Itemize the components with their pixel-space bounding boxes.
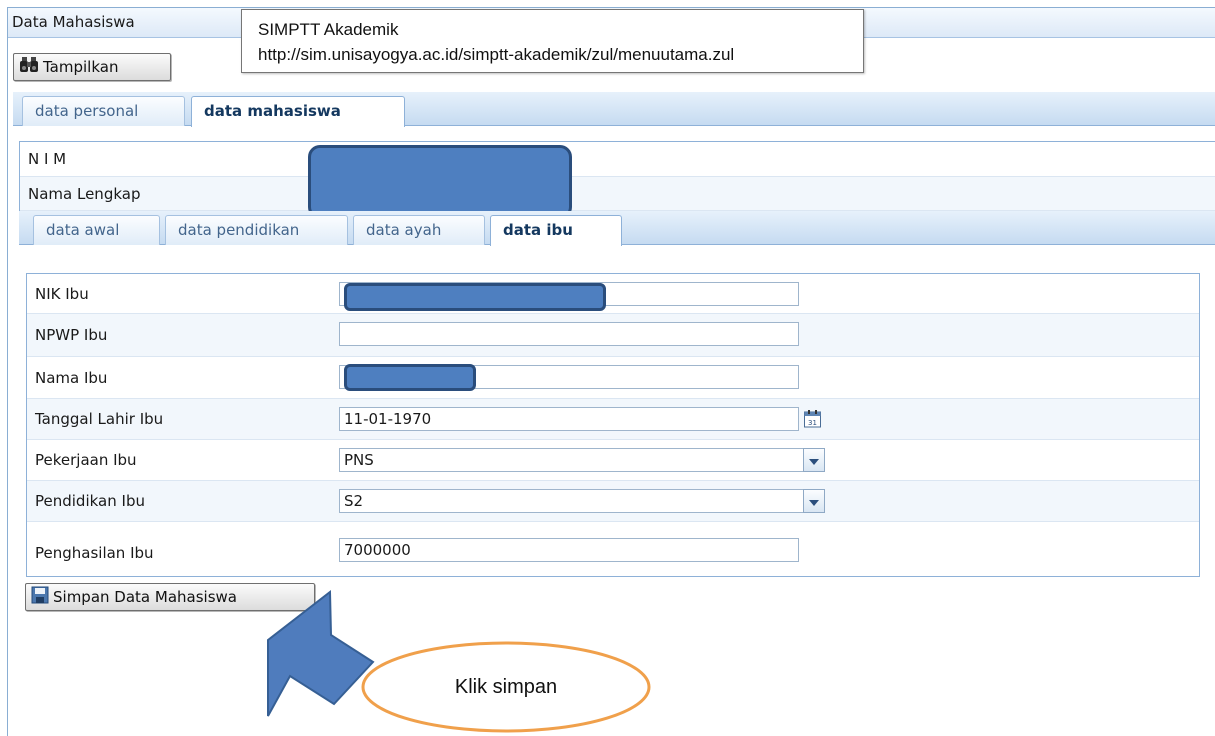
arrow-shape: [267, 589, 375, 717]
callout-text: Klik simpan: [454, 676, 558, 698]
callout-ellipse: Klik simpan: [360, 640, 652, 736]
pointer-arrow-annotation: [267, 589, 375, 717]
